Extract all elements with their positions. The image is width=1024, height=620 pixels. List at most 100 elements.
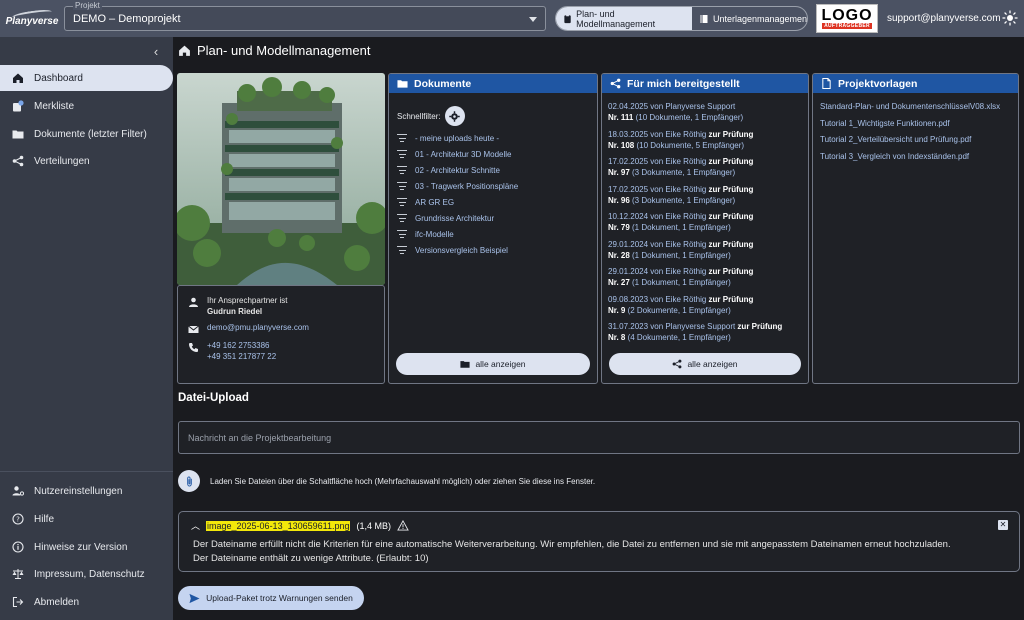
mode-doc-label: Unterlagenmanagement bbox=[713, 13, 808, 24]
template-item[interactable]: Tutorial 2_Verteilübersicht und Prüfung.… bbox=[820, 135, 1015, 152]
shared-item[interactable]: 02.04.2025 von Planyverse Support Nr. 111… bbox=[608, 101, 804, 129]
sidebar-item-dashboard[interactable]: Dashboard bbox=[0, 65, 173, 91]
shared-item[interactable]: 18.03.2025 von Eike Röthig zur Prüfung Nr… bbox=[608, 129, 804, 157]
chevron-up-icon[interactable]: ︿ bbox=[191, 519, 200, 532]
quickfilter-item[interactable]: ifc-Modelle bbox=[397, 226, 592, 242]
filter-icon bbox=[397, 198, 407, 206]
quickfilter-item-label: Versionsvergleich Beispiel bbox=[415, 245, 508, 255]
filter-icon bbox=[397, 150, 407, 158]
share-icon bbox=[610, 78, 621, 89]
sidebar-item-hinweise[interactable]: Hinweise zur Version bbox=[0, 534, 173, 560]
send-upload-label: Upload-Paket trotz Warnungen senden bbox=[206, 593, 353, 603]
template-item[interactable]: Tutorial 3_Vergleich von Indexständen.pd… bbox=[820, 152, 1015, 169]
sidebar-item-merkliste[interactable]: Merkliste bbox=[0, 93, 173, 119]
mode-document-management[interactable]: Unterlagenmanagement bbox=[692, 7, 808, 30]
shared-item-detail: (3 Dokumente, 1 Empfänger) bbox=[629, 168, 736, 177]
page-title: Plan- und Modellmanagement bbox=[178, 43, 370, 58]
sidebar: ‹ Dashboard Merkliste Dokumente (letzter… bbox=[0, 37, 173, 620]
attach-file-button[interactable] bbox=[178, 470, 200, 492]
quickfilter-item[interactable]: AR GR EG bbox=[397, 194, 592, 210]
sidebar-item-hilfe[interactable]: ? Hilfe bbox=[0, 506, 173, 532]
quickfilter-item[interactable]: Versionsvergleich Beispiel bbox=[397, 242, 592, 258]
quickfilter-settings-button[interactable] bbox=[444, 106, 465, 126]
project-select[interactable]: Projekt DEMO – Demoprojekt bbox=[64, 1, 546, 31]
contact-phone-2[interactable]: +49 351 217877 22 bbox=[207, 352, 276, 361]
contact-email[interactable]: demo@pmu.planyverse.com bbox=[207, 323, 309, 332]
filter-icon bbox=[397, 230, 407, 238]
sidebar-item-verteilungen[interactable]: Verteilungen bbox=[0, 148, 173, 174]
filter-icon bbox=[397, 214, 407, 222]
shared-item-number: Nr. 9 bbox=[608, 305, 626, 315]
shared-item-date: 17.02.2025 von Eike Röthig bbox=[608, 184, 707, 194]
phone-icon bbox=[189, 343, 198, 352]
shared-show-all-button[interactable]: alle anzeigen bbox=[609, 353, 801, 375]
templates-card: Projektvorlagen Standard-Plan- und Dokum… bbox=[812, 73, 1019, 384]
shared-item-number: Nr. 108 bbox=[608, 140, 635, 150]
quickfilter-item[interactable]: 01 - Architektur 3D Modelle bbox=[397, 146, 592, 162]
bookmark-icon bbox=[13, 100, 24, 112]
templates-title: Projektvorlagen bbox=[838, 77, 918, 90]
sidebar-item-nutzereinstellungen[interactable]: Nutzereinstellungen bbox=[0, 478, 173, 504]
shared-item-number: Nr. 27 bbox=[608, 278, 630, 287]
sidebar-item-impressum[interactable]: Impressum, Datenschutz bbox=[0, 561, 173, 587]
shared-item[interactable]: 29.01.2024 von Eike Röthig zur Prüfung Nr… bbox=[608, 266, 804, 294]
support-email[interactable]: support@planyverse.com bbox=[887, 13, 1001, 24]
shared-item-detail: (10 Dokumente, 5 Empfänger) bbox=[634, 140, 745, 150]
gear-icon bbox=[449, 110, 460, 122]
documents-show-all-button[interactable]: alle anzeigen bbox=[396, 353, 590, 375]
shared-item-detail: (1 Dokument, 1 Empfänger) bbox=[629, 250, 731, 260]
quickfilter-item-label: 02 - Architektur Schnitte bbox=[415, 165, 500, 175]
send-upload-button[interactable]: Upload-Paket trotz Warnungen senden bbox=[178, 586, 364, 610]
client-logo-text: LOGO bbox=[821, 7, 873, 24]
shared-item[interactable]: 17.02.2025 von Eike Röthig zur Prüfung Nr… bbox=[608, 156, 804, 184]
contact-phone-row: +49 162 2753386 +49 351 217877 22 bbox=[188, 341, 276, 361]
shared-item[interactable]: 17.02.2025 von Eike Röthig zur Prüfung Nr… bbox=[608, 184, 804, 212]
quickfilter-item[interactable]: - meine uploads heute - bbox=[397, 130, 592, 146]
clipboard-icon bbox=[564, 14, 571, 23]
quickfilter-item[interactable]: Grundrisse Architektur bbox=[397, 210, 592, 226]
sidebar-item-abmelden[interactable]: Abmelden bbox=[0, 589, 173, 615]
shared-item-number: Nr. 111 bbox=[608, 113, 634, 122]
sidebar-item-label: Merkliste bbox=[34, 100, 75, 112]
filter-icon bbox=[397, 166, 407, 174]
template-item[interactable]: Standard-Plan- und DokumentenschlüsselV0… bbox=[820, 102, 1015, 119]
quickfilter-item[interactable]: 03 - Tragwerk Positionspläne bbox=[397, 178, 592, 194]
contact-card: Ihr Ansprechpartner ist Gudrun Riedel de… bbox=[177, 285, 385, 384]
mail-icon bbox=[188, 325, 199, 333]
project-image bbox=[177, 73, 385, 285]
shared-item-number: Nr. 96 bbox=[608, 195, 630, 205]
upload-hint-text: Laden Sie Dateien über die Schaltfläche … bbox=[210, 476, 596, 486]
shared-item[interactable]: 31.07.2023 von Planyverse Support zur Pr… bbox=[608, 321, 804, 349]
quickfilter-item[interactable]: 02 - Architektur Schnitte bbox=[397, 162, 592, 178]
filter-icon bbox=[397, 246, 407, 254]
sidebar-item-dokumente[interactable]: Dokumente (letzter Filter) bbox=[0, 121, 173, 147]
shared-item[interactable]: 09.08.2023 von Eike Röthig zur Prüfung Nr… bbox=[608, 294, 804, 322]
upload-file-card: ︿ image_2025-06-13_130659611.png (1,4 MB… bbox=[178, 511, 1020, 572]
shared-card-header: Für mich bereitgestellt bbox=[602, 74, 808, 93]
folder-icon bbox=[397, 80, 408, 88]
person-icon bbox=[189, 297, 198, 307]
shared-item[interactable]: 29.01.2024 von Eike Röthig zur Prüfung Nr… bbox=[608, 239, 804, 267]
project-select-label: Projekt bbox=[73, 1, 102, 10]
shared-item-date: 09.08.2023 von Eike Röthig bbox=[608, 294, 707, 304]
building-illustration bbox=[177, 73, 385, 285]
brand-logo[interactable]: Planyverse bbox=[0, 0, 64, 37]
sidebar-item-label: Abmelden bbox=[34, 596, 80, 608]
close-icon[interactable]: ✕ bbox=[998, 520, 1008, 530]
collapse-sidebar-button[interactable]: ‹ bbox=[149, 45, 163, 59]
mode-plan-management[interactable]: Plan- und Modellmanagement bbox=[556, 7, 692, 30]
scale-icon bbox=[12, 569, 24, 579]
shared-item-date: 02.04.2025 von Planyverse Support bbox=[608, 102, 736, 111]
folder-icon bbox=[12, 130, 24, 139]
paperclip-icon bbox=[186, 475, 192, 487]
upload-hint-row: Laden Sie Dateien über die Schaltfläche … bbox=[178, 470, 595, 492]
theme-toggle-button[interactable] bbox=[1002, 10, 1018, 26]
contact-phone-1[interactable]: +49 162 2753386 bbox=[207, 341, 276, 350]
shared-item-status: zur Prüfung bbox=[706, 239, 754, 249]
quickfilter-item-label: AR GR EG bbox=[415, 197, 455, 207]
shared-item[interactable]: 10.12.2024 von Eike Röthig zur Prüfung Nr… bbox=[608, 211, 804, 239]
documents-card-header: Dokumente bbox=[389, 74, 597, 93]
shared-show-all-label: alle anzeigen bbox=[687, 359, 738, 369]
template-item[interactable]: Tutorial 1_Wichtigste Funktionen.pdf bbox=[820, 119, 1015, 136]
message-input[interactable]: Nachricht an die Projektbearbeitung bbox=[178, 421, 1020, 454]
